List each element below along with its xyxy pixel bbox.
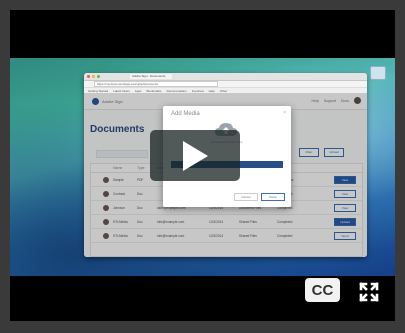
bookmark-item: Documentation <box>166 88 187 93</box>
desktop-folder-icon <box>370 66 386 80</box>
dialog-buttons: Cancel Done <box>234 193 285 201</box>
maximize-dot-icon <box>97 75 100 78</box>
bookmark-item: Other <box>219 88 228 93</box>
browser-tab: Adobe Sign - Documents <box>130 74 172 79</box>
closed-captions-button[interactable]: CC <box>305 278 340 302</box>
minimize-dot-icon <box>92 75 95 78</box>
close-icon: × <box>283 110 286 116</box>
bookmark-item: Bookmarks <box>146 88 162 93</box>
cc-label: CC <box>311 281 334 299</box>
cancel-button: Cancel <box>234 193 258 201</box>
dialog-title: Add Media <box>171 111 200 117</box>
fullscreen-icon[interactable] <box>359 282 379 302</box>
bookmark-item: Help <box>208 88 215 93</box>
bookmark-item: Latest News <box>113 88 130 93</box>
done-button: Done <box>261 193 285 201</box>
play-icon <box>183 140 208 171</box>
bookmark-item: Getting Started <box>88 88 109 93</box>
browser-titlebar: Adobe Sign - Documents <box>84 73 367 81</box>
close-dot-icon <box>87 75 90 78</box>
play-button[interactable] <box>150 130 240 181</box>
address-bar: https://my.documentsapp.example/document… <box>84 81 367 88</box>
url-text: https://my.documentsapp.example/document… <box>94 81 218 87</box>
bookmark-item: Apps <box>134 88 142 93</box>
bookmark-item: Imported <box>191 88 204 93</box>
